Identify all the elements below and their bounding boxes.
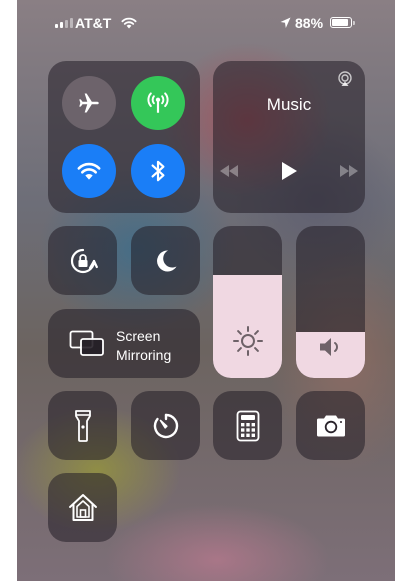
status-bar: AT&T 88% [17,0,395,46]
home-icon [68,493,97,521]
flashlight-button[interactable] [48,391,117,460]
timer-button[interactable] [131,391,200,460]
screen-mirroring-icon [69,330,104,356]
speaker-icon [319,338,338,356]
battery-icon [330,17,355,28]
wifi-button[interactable] [62,144,116,198]
music-title: Music [266,95,312,114]
connectivity-panel [48,61,200,213]
screen-mirroring-label-line2: Mirroring [116,347,172,363]
home-button[interactable] [48,473,117,542]
wifi-icon [77,162,101,180]
previous-track-button[interactable] [218,164,240,183]
rewind-icon [220,165,238,177]
orientation-lock-button[interactable] [48,226,117,295]
bluetooth-icon [151,160,165,182]
airplay-audio-button[interactable] [337,71,353,92]
screen-mirroring-button[interactable]: Screen Mirroring [48,309,200,378]
control-center: AT&T 88% Music Screen Mirroring [17,0,395,581]
location-arrow-icon [280,16,291,32]
battery-percentage: 88% [295,15,324,31]
brightness-slider[interactable] [213,226,282,378]
music-panel[interactable]: Music [213,61,365,213]
camera-button[interactable] [296,391,365,460]
next-track-button[interactable] [338,164,360,183]
bluetooth-button[interactable] [131,144,185,198]
carrier-name: AT&T [75,15,112,31]
wifi-status-icon [121,16,137,32]
play-icon [282,162,297,180]
moon-icon [156,249,176,271]
fast-forward-icon [340,165,358,177]
do-not-disturb-button[interactable] [131,226,200,295]
camera-icon [316,415,345,436]
airplane-icon [79,93,99,113]
sun-icon [232,326,263,356]
flashlight-icon [74,409,91,442]
cellular-data-button[interactable] [131,76,185,130]
calculator-button[interactable] [213,391,282,460]
volume-slider[interactable] [296,226,365,378]
airplane-mode-button[interactable] [62,76,116,130]
play-button[interactable] [280,161,298,186]
calculator-icon [236,410,259,441]
antenna-icon [147,92,169,113]
signal-strength-icon [55,18,73,28]
timer-icon [153,413,178,438]
screen-mirroring-label-line1: Screen [116,328,161,344]
rotation-lock-icon [70,248,98,273]
airplay-icon [338,71,352,86]
